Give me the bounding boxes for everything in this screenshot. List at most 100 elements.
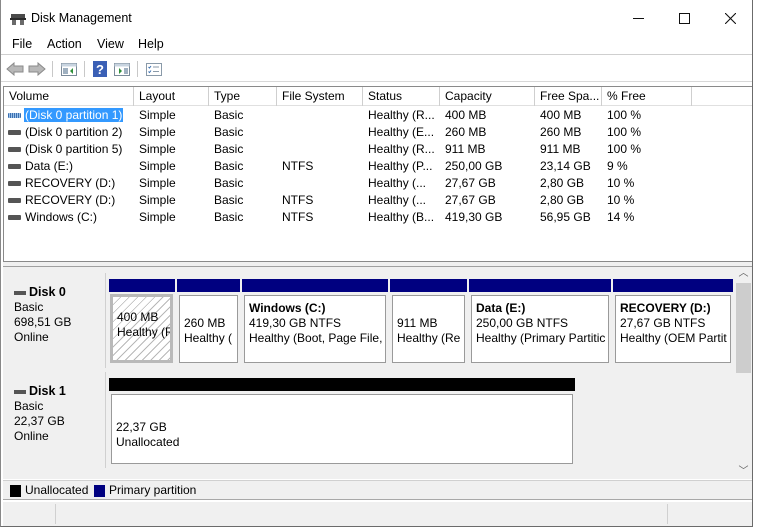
partition-size: 911 MB	[397, 316, 438, 330]
toolbar-separator	[84, 61, 85, 77]
partition-status: Healthy (Primary Partitic	[476, 331, 606, 345]
legend-label-primary: Primary partition	[109, 483, 197, 497]
vertical-scrollbar[interactable]: ︿ ﹀	[735, 267, 752, 479]
partition-name: RECOVERY (D:)	[620, 301, 711, 315]
volume-row[interactable]: RECOVERY (D:) Simple Basic NTFS Healthy (...…	[4, 192, 752, 209]
column-header-percent-free[interactable]: % Free	[602, 87, 692, 106]
window-title: Disk Management	[31, 11, 132, 25]
volume-list[interactable]: Volume Layout Type File System Status Ca…	[3, 86, 752, 262]
status-pane	[3, 504, 56, 524]
disk-size: 22,37 GB	[14, 414, 65, 428]
cell-volume: (Disk 0 partition 2)	[4, 124, 134, 141]
toolbar-separator	[137, 61, 138, 77]
column-header-layout[interactable]: Layout	[134, 87, 209, 106]
disk-label-disk-0[interactable]: Disk 0 Basic 698,51 GB Online	[6, 273, 106, 368]
cell-percent-free: 10 %	[607, 176, 635, 190]
volume-row[interactable]: Windows (C:) Simple Basic NTFS Healthy (B...…	[4, 209, 752, 226]
partition-disk0-2[interactable]: 260 MB Healthy (	[177, 279, 240, 365]
column-header-type[interactable]: Type	[209, 87, 277, 106]
show-hide-action-pane-button[interactable]	[112, 60, 132, 78]
forward-button[interactable]	[27, 60, 47, 78]
cell-type: Basic	[214, 125, 244, 139]
partition-bar	[109, 378, 575, 391]
column-header-free-space[interactable]: Free Spa...	[535, 87, 602, 106]
cell-free-space: 2,80 GB	[540, 176, 585, 190]
partition-box: RECOVERY (D:) 27,67 GB NTFS Healthy (OEM…	[615, 295, 731, 363]
legend-label-unallocated: Unallocated	[25, 483, 89, 497]
volume-icon	[8, 113, 21, 118]
maximize-button[interactable]	[661, 3, 707, 33]
volume-name: (Disk 0 partition 1)	[24, 108, 124, 122]
disk-label-disk-1[interactable]: Disk 1 Basic 22,37 GB Online	[6, 372, 106, 468]
volume-name: RECOVERY (D:)	[25, 176, 116, 190]
menu-help[interactable]: Help	[137, 37, 165, 51]
volume-row[interactable]: (Disk 0 partition 5) Simple Basic Healthy (…	[4, 141, 752, 158]
cell-type: Basic	[214, 210, 244, 224]
disk-state: Online	[14, 429, 49, 443]
volume-row[interactable]: (Disk 0 partition 1) Simple Basic Healthy (…	[4, 107, 752, 124]
partition-bar	[390, 279, 467, 292]
cell-volume: RECOVERY (D:)	[4, 192, 134, 209]
help-button[interactable]: ?	[90, 60, 110, 78]
partition-unallocated[interactable]: 22,37 GB Unallocated	[109, 378, 575, 466]
cell-layout: Simple	[139, 125, 176, 139]
volume-name: (Disk 0 partition 2)	[25, 125, 123, 139]
partition-data-e[interactable]: Data (E:) 250,00 GB NTFS Healthy (Primar…	[469, 279, 611, 365]
back-button[interactable]	[5, 60, 25, 78]
arrow-left-icon	[6, 62, 24, 76]
status-pane	[56, 504, 668, 524]
menu-view[interactable]: View	[96, 37, 125, 51]
console-tree-icon	[61, 62, 77, 76]
scroll-down-arrow-icon[interactable]: ﹀	[735, 465, 752, 479]
cell-layout: Simple	[139, 159, 176, 173]
cell-volume: RECOVERY (D:)	[4, 175, 134, 192]
cell-free-space: 23,14 GB	[540, 159, 591, 173]
cell-layout: Simple	[139, 193, 176, 207]
partition-status: Healthy (Re	[397, 331, 461, 345]
partition-disk0-5[interactable]: 911 MB Healthy (Re	[390, 279, 467, 365]
volume-name: Windows (C:)	[25, 210, 98, 224]
properties-button[interactable]	[144, 60, 164, 78]
column-header-capacity[interactable]: Capacity	[440, 87, 535, 106]
column-header-file-system[interactable]: File System	[277, 87, 363, 106]
cell-type: Basic	[214, 159, 244, 173]
cell-layout: Simple	[139, 108, 176, 122]
partition-bar	[469, 279, 611, 292]
cell-capacity: 911 MB	[445, 142, 486, 156]
partition-box: 22,37 GB Unallocated	[111, 394, 573, 464]
cell-volume: (Disk 0 partition 5)	[4, 141, 134, 158]
help-icon: ?	[93, 61, 107, 77]
partition-bar	[242, 279, 388, 292]
partition-windows-c[interactable]: Windows (C:) 419,30 GB NTFS Healthy (Boo…	[242, 279, 388, 365]
disk-name: Disk 0	[29, 285, 66, 299]
toolbar: ?	[1, 56, 752, 82]
volume-name: RECOVERY (D:)	[25, 193, 116, 207]
cell-file-system: NTFS	[282, 159, 314, 173]
cell-percent-free: 9 %	[607, 159, 628, 173]
cell-status: Healthy (R...	[368, 142, 435, 156]
menu-action[interactable]: Action	[46, 37, 83, 51]
cell-layout: Simple	[139, 176, 176, 190]
disk-row-disk-0: Disk 0 Basic 698,51 GB Online 400 MB Hea…	[3, 273, 735, 368]
volume-row[interactable]: (Disk 0 partition 2) Simple Basic Healthy (…	[4, 124, 752, 141]
partition-disk0-1[interactable]: 400 MB Healthy (R	[109, 279, 175, 365]
volume-row[interactable]: RECOVERY (D:) Simple Basic Healthy (... 27,6…	[4, 175, 752, 192]
cell-capacity: 419,30 GB	[445, 210, 503, 224]
scrollbar-thumb[interactable]	[736, 283, 751, 373]
cell-capacity: 27,67 GB	[445, 176, 496, 190]
scroll-up-arrow-icon[interactable]: ︿	[735, 267, 752, 281]
minimize-button[interactable]	[615, 3, 661, 33]
status-bar	[3, 502, 752, 526]
legend-swatch-primary	[94, 485, 105, 497]
partition-recovery-d[interactable]: RECOVERY (D:) 27,67 GB NTFS Healthy (OEM…	[613, 279, 733, 365]
partition-size: 250,00 GB NTFS	[476, 316, 569, 330]
cell-percent-free: 14 %	[607, 210, 635, 224]
legend-swatch-unallocated	[10, 485, 21, 497]
cell-percent-free: 10 %	[607, 193, 635, 207]
column-header-volume[interactable]: Volume	[4, 87, 134, 106]
column-header-status[interactable]: Status	[363, 87, 440, 106]
volume-row[interactable]: Data (E:) Simple Basic NTFS Healthy (P... 250…	[4, 158, 752, 175]
close-button[interactable]	[707, 3, 753, 33]
show-hide-console-tree-button[interactable]	[59, 60, 79, 78]
menu-file[interactable]: File	[11, 37, 33, 51]
